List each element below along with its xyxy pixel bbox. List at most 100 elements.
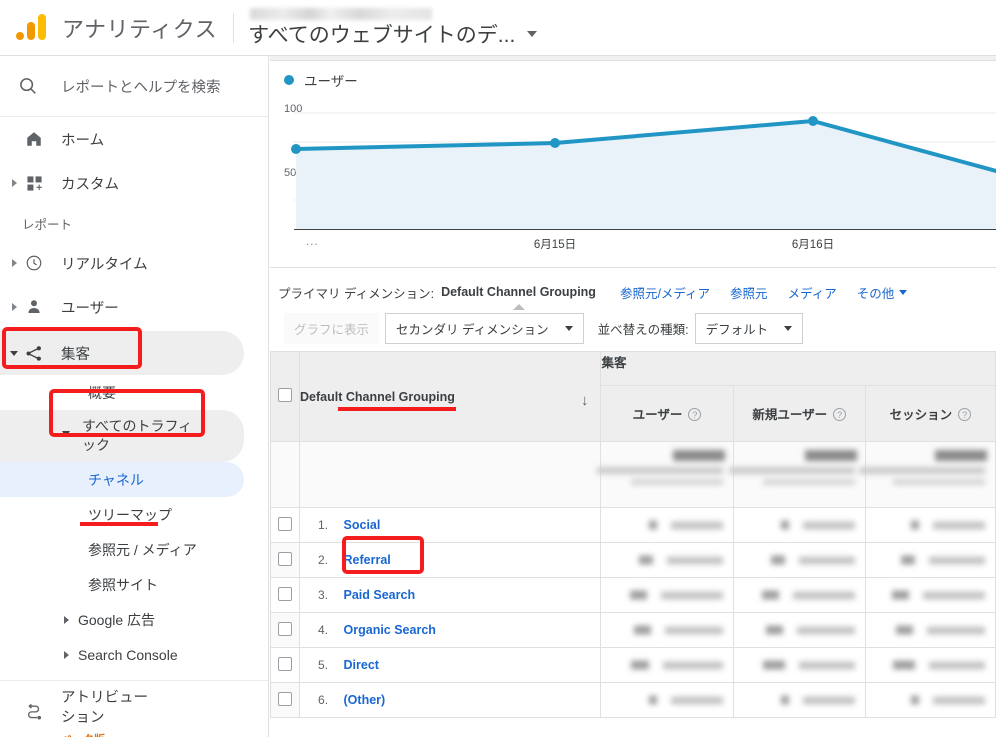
users-line-chart: ユーザー 100 50 ... 6月15日 6月16日 bbox=[270, 61, 996, 268]
row-checkbox-cell[interactable] bbox=[270, 577, 301, 613]
property-name: すべてのウェブサイトのデ... bbox=[248, 23, 516, 47]
collapse-arrow-icon[interactable] bbox=[8, 350, 20, 356]
row-sessions-cell bbox=[864, 682, 996, 718]
sidebar-item-realtime[interactable]: リアルタイム bbox=[0, 241, 268, 285]
chevron-down-icon bbox=[784, 325, 793, 331]
table-row[interactable]: 6. (Other) bbox=[270, 682, 996, 718]
expand-arrow-icon[interactable] bbox=[8, 303, 20, 311]
acquisition-icon bbox=[20, 344, 48, 363]
sidebar-item-google-ads[interactable]: Google 広告 bbox=[0, 602, 268, 637]
channel-link[interactable]: Referral bbox=[344, 553, 391, 567]
sort-type-value: デフォルト bbox=[705, 322, 769, 337]
table-row[interactable]: 3. Paid Search bbox=[270, 577, 996, 613]
dimension-link-source[interactable]: 参照元 bbox=[730, 283, 768, 302]
help-icon[interactable]: ? bbox=[688, 408, 702, 421]
sidebar-item-label: すべてのトラフィック bbox=[82, 418, 193, 453]
sort-descending-icon[interactable]: ↓ bbox=[581, 392, 589, 409]
sidebar-item-label: アトリビューション bbox=[61, 690, 148, 726]
sidebar-item-source-medium[interactable]: 参照元 / メディア bbox=[0, 532, 268, 567]
expand-arrow-icon[interactable] bbox=[64, 615, 69, 624]
dimension-column-header[interactable]: Default Channel Grouping ↓ bbox=[299, 351, 602, 442]
select-all-checkbox[interactable] bbox=[278, 388, 293, 402]
dimension-link-medium[interactable]: メディア bbox=[788, 283, 837, 302]
sidebar-item-search-console[interactable]: Search Console bbox=[0, 637, 268, 672]
sort-type-select[interactable]: デフォルト bbox=[694, 312, 804, 344]
row-sessions-cell bbox=[864, 507, 996, 543]
metric-group-header: 集客 bbox=[600, 351, 996, 386]
row-rank: 2. bbox=[318, 553, 329, 567]
metric-header-users[interactable]: ユーザー? bbox=[600, 385, 734, 442]
row-users-cell bbox=[600, 507, 734, 543]
help-icon[interactable]: ? bbox=[958, 408, 972, 421]
row-checkbox[interactable] bbox=[278, 621, 293, 636]
sidebar-item-custom[interactable]: カスタム bbox=[0, 161, 268, 205]
channel-link[interactable]: (Other) bbox=[344, 693, 386, 707]
sidebar-item-label: Search Console bbox=[78, 646, 178, 663]
sidebar-item-attribution[interactable]: アトリビューション ベータ版 bbox=[0, 683, 268, 737]
metric-header-sessions[interactable]: セッション? bbox=[864, 385, 996, 442]
secondary-dimension-button[interactable]: セカンダリ ディメンション bbox=[385, 312, 584, 344]
row-checkbox[interactable] bbox=[278, 691, 293, 706]
channel-link[interactable]: Paid Search bbox=[344, 588, 416, 602]
row-checkbox-cell[interactable] bbox=[270, 682, 301, 718]
row-sessions-cell bbox=[864, 612, 996, 648]
collapse-arrow-icon[interactable] bbox=[62, 431, 70, 437]
dimension-link-source-medium[interactable]: 参照元/メディア bbox=[620, 283, 710, 302]
row-checkbox[interactable] bbox=[278, 656, 293, 671]
channel-link[interactable]: Organic Search bbox=[344, 623, 436, 637]
expand-arrow-icon[interactable] bbox=[8, 179, 20, 187]
primary-dimension-selected[interactable]: Default Channel Grouping bbox=[441, 285, 596, 310]
row-new-users-cell bbox=[732, 682, 866, 718]
chart-legend: ユーザー bbox=[270, 61, 996, 99]
metric-header-new-users[interactable]: 新規ユーザー? bbox=[732, 385, 866, 442]
sidebar-item-label: 参照元 / メディア bbox=[88, 541, 197, 558]
brand-title: アナリティクス bbox=[62, 16, 218, 42]
channel-link[interactable]: Social bbox=[344, 518, 381, 532]
sidebar-item-treemap[interactable]: ツリーマップ bbox=[0, 497, 268, 532]
table-summary-row bbox=[270, 441, 996, 508]
person-icon bbox=[20, 298, 48, 316]
row-checkbox-cell[interactable] bbox=[270, 542, 301, 578]
sidebar-item-home[interactable]: ホーム bbox=[0, 117, 268, 161]
sidebar-item-label: チャネル bbox=[88, 471, 144, 488]
table-row[interactable]: 5. Direct bbox=[270, 647, 996, 683]
sidebar-item-audience[interactable]: ユーザー bbox=[0, 285, 268, 329]
sidebar-item-overview[interactable]: 概要 bbox=[0, 375, 268, 410]
primary-dimension-label: プライマリ ディメンション: bbox=[278, 286, 435, 301]
summary-users-cell bbox=[596, 441, 734, 508]
row-dimension-cell: 4. Organic Search bbox=[299, 612, 602, 648]
sidebar-item-label: リアルタイム bbox=[61, 256, 148, 273]
table-row[interactable]: 2. Referral bbox=[270, 536, 996, 578]
expand-arrow-icon[interactable] bbox=[64, 650, 69, 659]
row-checkbox-cell[interactable] bbox=[270, 507, 301, 543]
sidebar-item-channels[interactable]: チャネル bbox=[0, 462, 244, 497]
metric-header-label: 新規ユーザー bbox=[752, 408, 828, 422]
header-divider bbox=[233, 12, 235, 43]
chevron-down-icon[interactable] bbox=[527, 30, 538, 37]
sidebar-item-referrals[interactable]: 参照サイト bbox=[0, 567, 268, 602]
row-checkbox-cell[interactable] bbox=[270, 647, 301, 683]
sidebar-item-acquisition[interactable]: 集客 bbox=[0, 331, 244, 375]
table-row[interactable]: 4. Organic Search bbox=[270, 612, 996, 648]
app-header: アナリティクス すべてのウェブサイトのデ... bbox=[0, 0, 996, 56]
row-checkbox-cell[interactable] bbox=[270, 612, 301, 648]
property-selector[interactable]: すべてのウェブサイトのデ... bbox=[248, 7, 538, 49]
row-checkbox[interactable] bbox=[278, 586, 293, 601]
row-users-cell bbox=[600, 612, 734, 648]
row-checkbox[interactable] bbox=[278, 551, 293, 566]
channel-link[interactable]: Direct bbox=[344, 658, 379, 672]
table-row[interactable]: 1. Social bbox=[270, 507, 996, 543]
row-rank: 6. bbox=[318, 693, 329, 707]
chart-svg bbox=[291, 112, 996, 229]
summary-new-users-cell bbox=[728, 441, 866, 508]
dimension-link-other[interactable]: その他 bbox=[857, 283, 895, 302]
search-input[interactable]: レポートとヘルプを検索 bbox=[0, 56, 268, 117]
chevron-down-icon[interactable] bbox=[899, 289, 908, 295]
clock-icon bbox=[20, 254, 48, 272]
chart-x-axis: ... 6月15日 6月16日 bbox=[294, 229, 996, 259]
sort-type-label: 並べ替えの種類: bbox=[597, 322, 689, 337]
expand-arrow-icon[interactable] bbox=[8, 259, 20, 267]
sidebar-item-all-traffic[interactable]: すべてのトラフィック bbox=[0, 410, 244, 462]
row-checkbox[interactable] bbox=[278, 516, 293, 531]
help-icon[interactable]: ? bbox=[833, 408, 847, 421]
